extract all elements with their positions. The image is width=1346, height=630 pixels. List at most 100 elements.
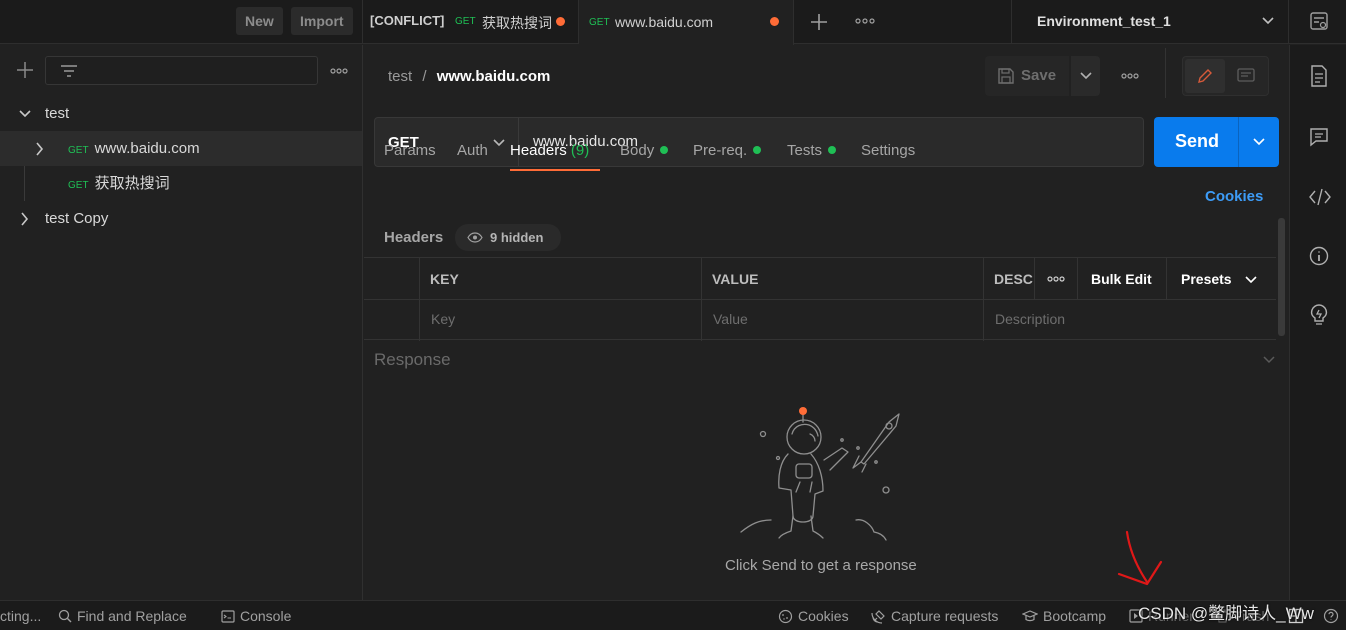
key-input[interactable]: Key (431, 311, 455, 327)
graduation-cap-icon (1022, 610, 1038, 622)
tab-tests-label: Tests (787, 142, 823, 159)
status-bar: cting... Find and Replace Console Cookie… (0, 600, 1346, 630)
astronaut-illustration (736, 402, 916, 547)
comments-icon[interactable] (1309, 127, 1329, 147)
tab-settings[interactable]: Settings (861, 141, 915, 171)
sidebar-item-test-copy[interactable]: test Copy (0, 201, 362, 236)
tab-title: 获取热搜词 (482, 15, 552, 31)
info-icon[interactable] (1309, 246, 1329, 266)
environment-selector[interactable]: Environment_test_1 (1011, 0, 1289, 44)
eye-icon (467, 232, 483, 243)
collection-name: test (45, 105, 70, 122)
tab-active-request[interactable]: GET www.baidu.com (579, 0, 794, 45)
description-column-header: DESC (994, 271, 1033, 287)
satellite-icon (871, 609, 885, 624)
tab-tests[interactable]: Tests (787, 141, 837, 171)
divider (364, 299, 1276, 300)
collection-filter-input[interactable] (45, 56, 318, 85)
edit-mode-button[interactable] (1185, 59, 1225, 93)
save-options-button[interactable] (1071, 56, 1100, 96)
tab-title: www.baidu.com (615, 14, 714, 30)
connection-status-text: cting... (0, 608, 42, 624)
chevron-down-icon (19, 109, 31, 119)
value-input[interactable]: Value (713, 311, 748, 327)
documentation-icon[interactable] (1310, 65, 1328, 87)
right-context-bar (1289, 45, 1346, 600)
request-method: GET (68, 180, 89, 191)
tab-headers-label: Headers (510, 142, 567, 159)
table-more-button[interactable] (1034, 258, 1078, 299)
breadcrumb-parent[interactable]: test (388, 68, 412, 85)
request-more-icon[interactable] (1121, 72, 1139, 80)
sidebar-item-request-baidu[interactable]: GET www.baidu.com (0, 131, 362, 166)
import-button[interactable]: Import (291, 7, 353, 35)
unsaved-dot (770, 17, 779, 26)
divider (1238, 117, 1239, 167)
capture-requests-button[interactable]: Capture requests (871, 601, 998, 630)
tab-body[interactable]: Body (620, 141, 669, 171)
response-collapse-chevron-icon[interactable] (1263, 355, 1275, 364)
send-label: Send (1175, 131, 1220, 151)
divider (983, 258, 984, 341)
empty-response-message: Click Send to get a response (725, 557, 917, 574)
save-button[interactable]: Save (985, 56, 1069, 96)
tab-headers[interactable]: Headers (9) (510, 141, 600, 171)
cookies-status-label: Cookies (798, 608, 849, 624)
find-replace-label: Find and Replace (77, 608, 187, 624)
headers-count: (9) (570, 142, 590, 159)
breadcrumb-current: www.baidu.com (436, 68, 551, 85)
headers-section-title: Headers (384, 229, 444, 246)
bootcamp-label: Bootcamp (1043, 608, 1107, 624)
add-collection-plus-icon[interactable] (16, 61, 34, 79)
tab-auth[interactable]: Auth (457, 141, 488, 171)
sidebar-item-request-hotwords[interactable]: GET 获取热搜词 (0, 166, 362, 201)
cookies-button[interactable]: Cookies (778, 601, 849, 630)
help-icon[interactable] (1323, 608, 1339, 624)
sidebar-more-icon[interactable] (330, 67, 348, 75)
send-options-chevron-icon[interactable] (1252, 137, 1266, 147)
tab-conflict-request[interactable]: [CONFLICT] GET 获取热搜词 (362, 0, 579, 44)
new-button[interactable]: New (236, 7, 283, 35)
tab-method: GET (589, 17, 610, 28)
bulk-edit-label: Bulk Edit (1091, 271, 1152, 287)
conflict-label: [CONFLICT] (370, 13, 445, 28)
search-icon (58, 609, 72, 623)
presets-label: Presets (1181, 271, 1232, 287)
find-replace-button[interactable]: Find and Replace (58, 601, 187, 630)
tab-method: GET (455, 16, 476, 27)
headers-table: KEY VALUE DESC Bulk Edit Presets Key Val… (364, 257, 1276, 341)
mode-switcher (1182, 56, 1269, 96)
tab-params[interactable]: Params (384, 141, 436, 171)
code-snippet-icon[interactable] (1309, 188, 1331, 206)
cookies-link[interactable]: Cookies (1205, 188, 1263, 205)
send-button[interactable]: Send (1154, 117, 1279, 167)
bulk-edit-button[interactable]: Bulk Edit (1078, 258, 1167, 299)
tab-body-label: Body (620, 142, 655, 159)
collection-name: test Copy (45, 210, 109, 227)
breadcrumb-separator: / (422, 68, 427, 85)
response-title: Response (374, 350, 451, 369)
request-scrollbar[interactable] (1278, 218, 1285, 336)
hidden-headers-toggle[interactable]: 9 hidden (455, 224, 561, 251)
environment-name: Environment_test_1 (1037, 13, 1171, 29)
new-tab-plus-icon[interactable] (809, 12, 829, 32)
tab-prereq[interactable]: Pre-req. (693, 141, 762, 171)
save-icon (997, 67, 1015, 85)
console-button[interactable]: Console (221, 601, 291, 630)
status-dot (753, 146, 762, 154)
lightbulb-icon[interactable] (1309, 304, 1329, 326)
connection-status: cting... (0, 601, 41, 630)
presets-dropdown[interactable]: Presets (1167, 258, 1276, 299)
bootcamp-button[interactable]: Bootcamp (1022, 601, 1106, 630)
divider (419, 258, 420, 341)
environment-quick-look-icon[interactable] (1309, 11, 1329, 31)
chevron-down-icon (1079, 71, 1093, 81)
breadcrumb: test / www.baidu.com (388, 68, 550, 85)
status-dot (660, 146, 669, 154)
tabs-more-icon[interactable] (855, 16, 875, 26)
status-dot (828, 146, 837, 154)
sidebar-item-test[interactable]: test (0, 96, 362, 131)
collections-sidebar: test GET www.baidu.com GET 获取热搜词 test Copy (0, 45, 363, 600)
description-input[interactable]: Description (995, 311, 1065, 327)
comment-mode-icon[interactable] (1236, 67, 1256, 85)
